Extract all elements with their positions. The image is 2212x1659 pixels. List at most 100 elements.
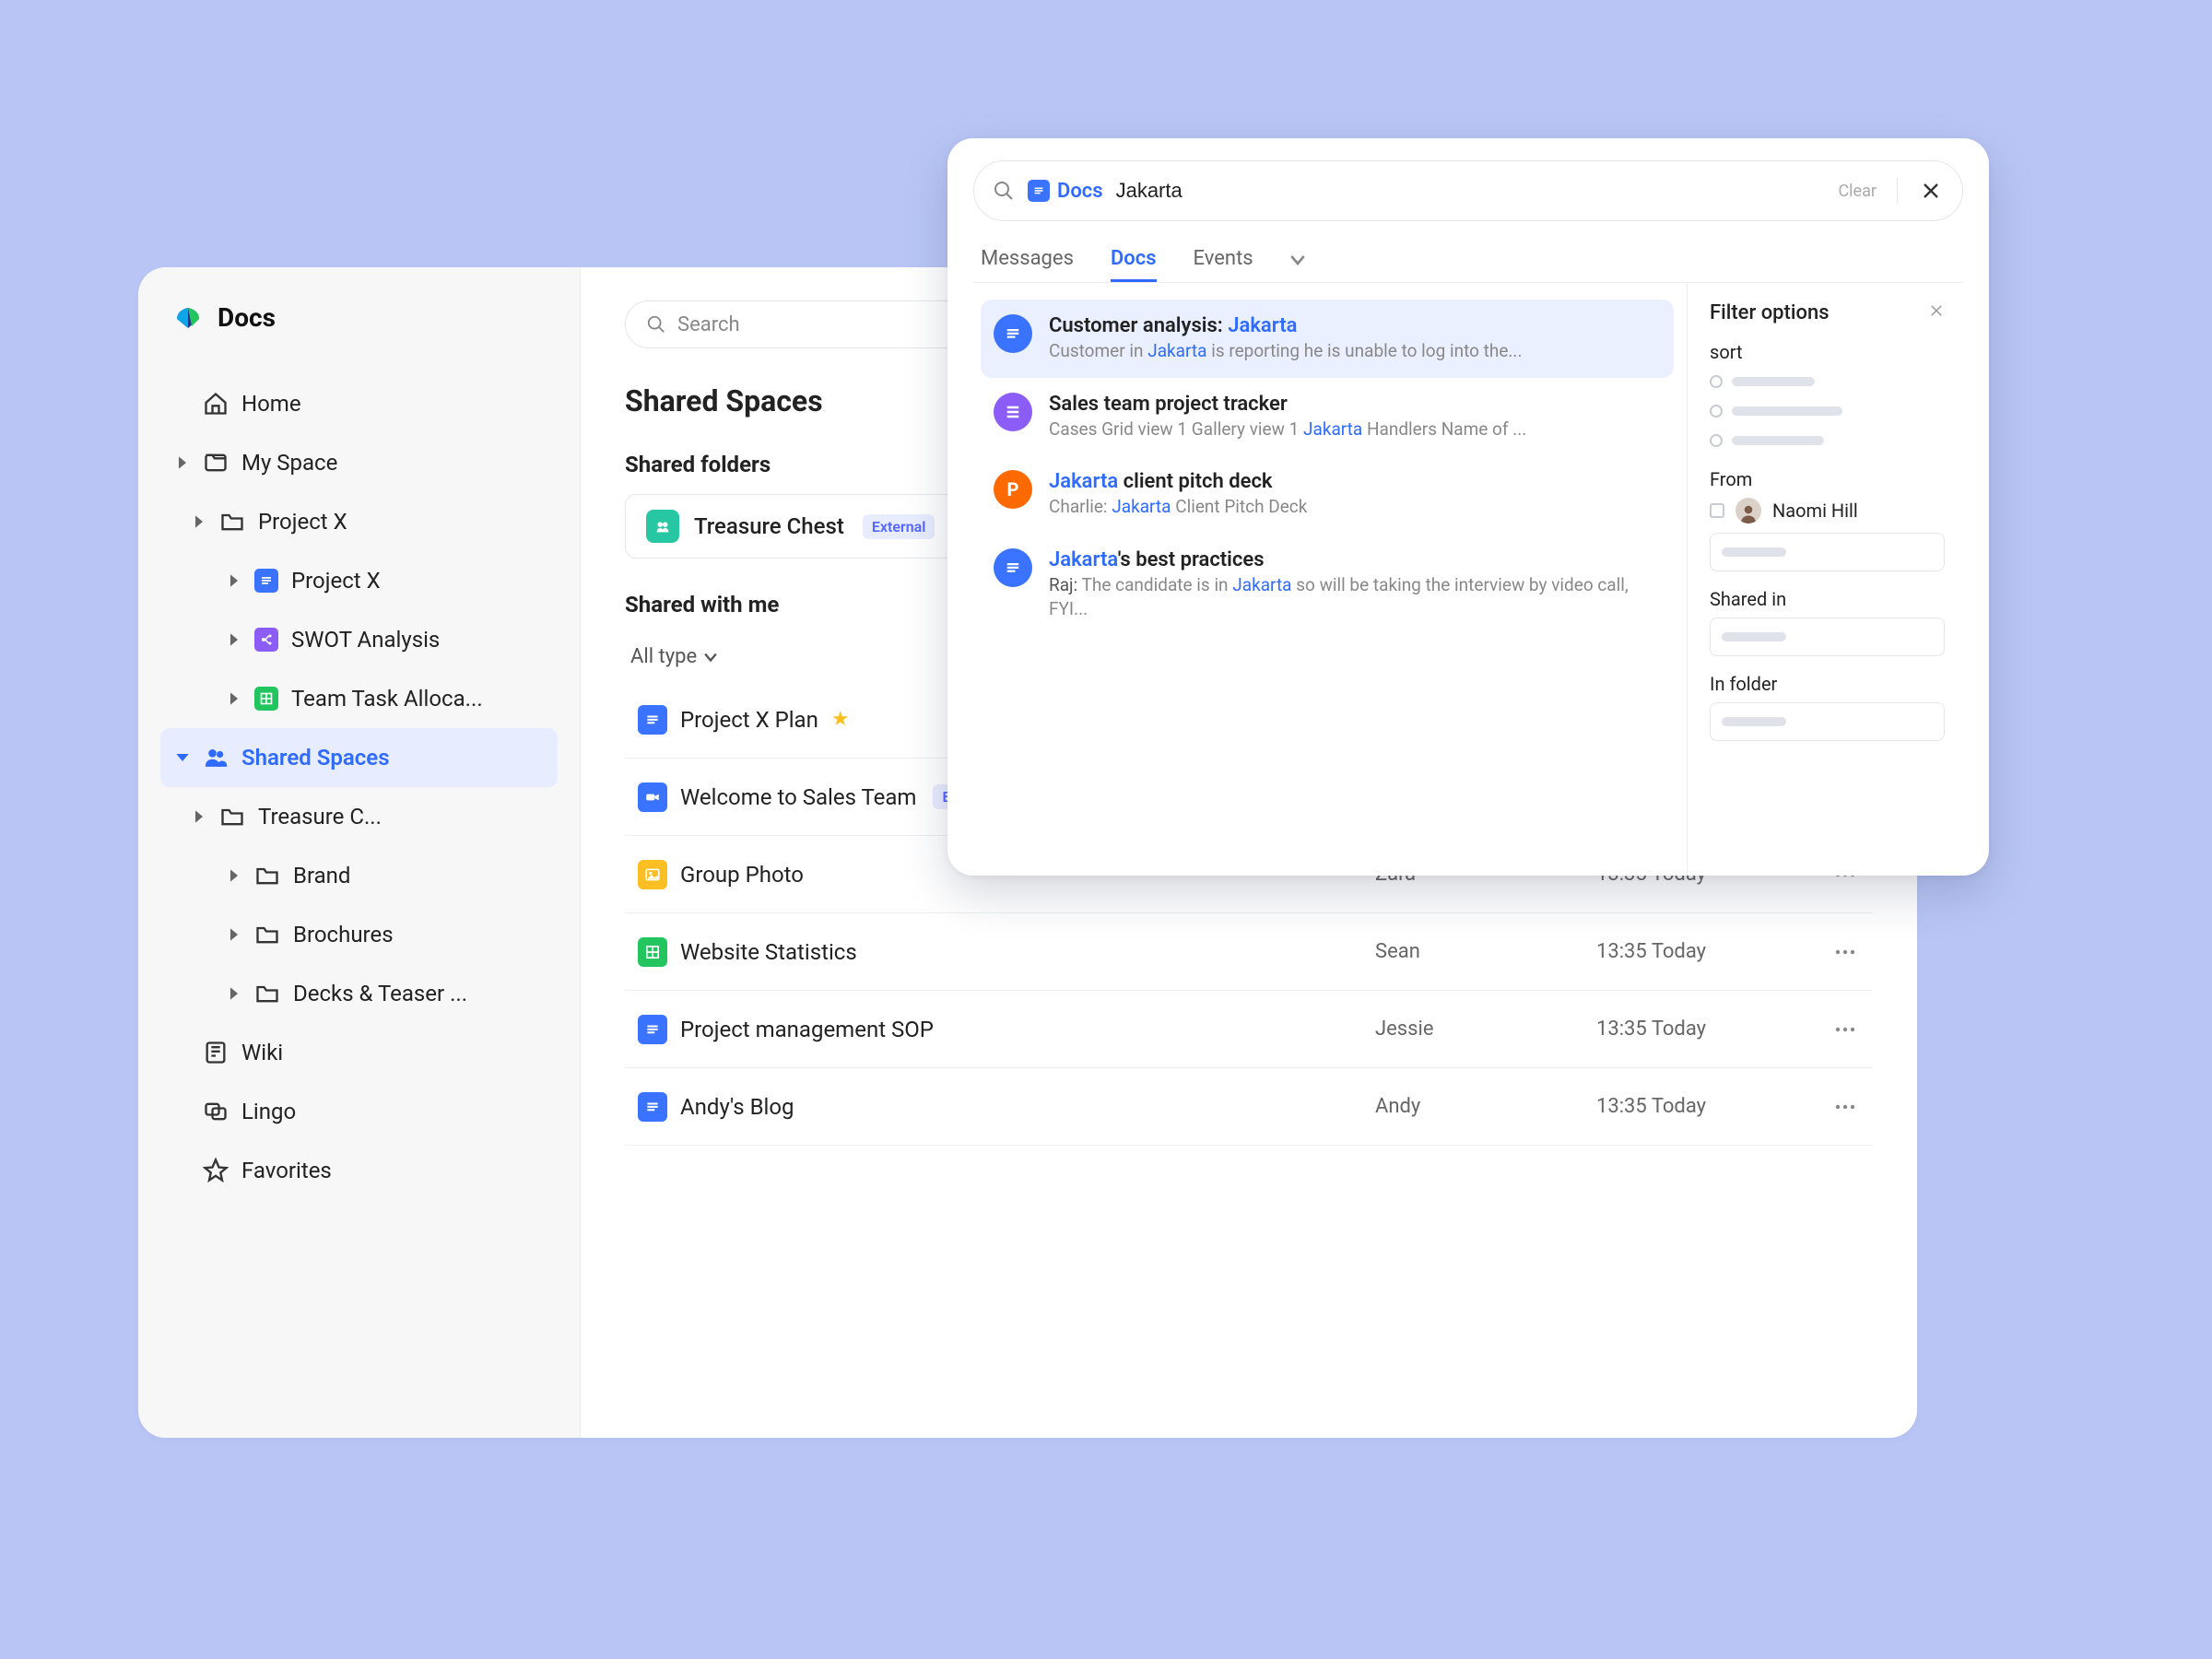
chevron-right-icon [227, 573, 241, 588]
search-result-item[interactable]: Customer analysis: JakartaCustomer in Ja… [981, 300, 1674, 378]
search-scope-chip[interactable]: Docs [1028, 180, 1103, 203]
result-subtitle: Charlie: Jakarta Client Pitch Deck [1049, 495, 1661, 519]
nav-my-space[interactable]: My Space [160, 433, 558, 492]
file-more-button[interactable] [1818, 949, 1873, 955]
nav-swot-analysis[interactable]: SWOT Analysis [160, 610, 558, 669]
filter-options-title: Filter options [1710, 301, 1830, 324]
file-row[interactable]: Andy's BlogAndy13:35 Today [625, 1068, 1873, 1146]
mindmap-icon [254, 628, 278, 652]
nav-treasure-chest[interactable]: Treasure C... [160, 787, 558, 846]
filter-from-label: From [1710, 468, 1945, 490]
folder-icon [254, 922, 280, 947]
chevron-right-icon [227, 927, 241, 942]
file-owner: Andy [1375, 1095, 1596, 1118]
result-type-icon [994, 548, 1032, 587]
nav-brochures[interactable]: Brochures [160, 905, 558, 964]
file-row[interactable]: Project management SOPJessie13:35 Today [625, 991, 1873, 1068]
tab-docs[interactable]: Docs [1111, 238, 1157, 282]
clear-button[interactable]: Clear [1838, 182, 1877, 201]
nav-brand[interactable]: Brand [160, 846, 558, 905]
video-icon [638, 782, 667, 812]
nav-label: Team Task Alloca... [291, 686, 483, 712]
shared-in-input[interactable] [1710, 618, 1945, 656]
file-more-button[interactable] [1818, 1104, 1873, 1110]
nav-project-x-doc[interactable]: Project X [160, 551, 558, 610]
lingo-icon [203, 1099, 229, 1124]
type-filter[interactable]: All type [630, 645, 717, 668]
folder-icon [219, 804, 245, 830]
nav-label: Project X [258, 509, 347, 535]
result-title: Sales team project tracker [1049, 393, 1661, 416]
more-tabs-button[interactable] [1290, 253, 1305, 267]
shared-folder-icon [646, 510, 679, 543]
chevron-right-icon [175, 455, 190, 470]
sort-option-3[interactable] [1710, 429, 1945, 452]
filter-sort-label: sort [1710, 341, 1945, 363]
blank [175, 1045, 190, 1060]
tab-events[interactable]: Events [1194, 238, 1253, 282]
chevron-right-icon [227, 868, 241, 883]
sort-option-2[interactable] [1710, 400, 1945, 422]
from-filter-row[interactable]: Naomi Hill [1710, 498, 1945, 524]
in-folder-input[interactable] [1710, 702, 1945, 741]
search-placeholder: Search [677, 313, 740, 336]
nav-decks[interactable]: Decks & Teaser ... [160, 964, 558, 1023]
file-name: Welcome to Sales Team [680, 784, 916, 810]
chevron-down-icon [704, 651, 717, 664]
file-owner: Sean [1375, 940, 1596, 963]
nav-lingo[interactable]: Lingo [160, 1082, 558, 1141]
search-icon [993, 180, 1015, 202]
file-more-button[interactable] [1818, 1027, 1873, 1032]
folder-icon [254, 863, 280, 888]
nav-label: Home [241, 391, 301, 417]
sidebar: Docs Home My Space Project X [138, 267, 581, 1438]
people-icon [203, 745, 229, 771]
home-icon [203, 391, 229, 417]
folder-card-title: Treasure Chest [694, 513, 844, 539]
nav-project-x-folder[interactable]: Project X [160, 492, 558, 551]
blank [175, 1163, 190, 1178]
chevron-right-icon [192, 514, 206, 529]
result-subtitle: Cases Grid view 1 Gallery view 1 Jakarta… [1049, 418, 1661, 441]
radio-icon [1710, 375, 1723, 388]
filter-shared-in-label: Shared in [1710, 588, 1945, 610]
filter-panel: Filter options sort From Naomi Hill Shar… [1687, 283, 1963, 876]
tab-messages[interactable]: Messages [981, 238, 1074, 282]
brand: Docs [160, 300, 558, 356]
file-time: 13:35 Today [1596, 940, 1818, 963]
close-icon [1928, 302, 1945, 319]
search-tabs: Messages Docs Events [973, 238, 1963, 282]
checkbox-icon [1710, 503, 1724, 518]
file-row[interactable]: Website StatisticsSean13:35 Today [625, 913, 1873, 991]
space-icon [203, 450, 229, 476]
search-result-item[interactable]: Sales team project trackerCases Grid vie… [981, 378, 1674, 456]
result-title: Customer analysis: Jakarta [1049, 314, 1661, 337]
nav-favorites[interactable]: Favorites [160, 1141, 558, 1200]
sort-option-1[interactable] [1710, 371, 1945, 393]
nav-home[interactable]: Home [160, 374, 558, 433]
more-icon [1835, 1027, 1855, 1032]
nav-shared-spaces[interactable]: Shared Spaces [160, 728, 558, 787]
folder-card-treasure-chest[interactable]: Treasure Chest External [625, 494, 956, 559]
blank [175, 1104, 190, 1119]
placeholder-bar [1732, 436, 1824, 445]
chevron-right-icon [192, 809, 206, 824]
from-input[interactable] [1710, 533, 1945, 571]
file-name: Project X Plan [680, 707, 818, 733]
file-name: Andy's Blog [680, 1094, 794, 1120]
nav-wiki[interactable]: Wiki [160, 1023, 558, 1082]
chevron-right-icon [227, 986, 241, 1001]
search-result-item[interactable]: Jakarta's best practicesRaj: The candida… [981, 534, 1674, 635]
search-result-item[interactable]: PJakarta client pitch deckCharlie: Jakar… [981, 455, 1674, 534]
search-query-input[interactable] [1116, 179, 1826, 203]
close-button[interactable] [1918, 178, 1944, 204]
nav-team-task-alloc[interactable]: Team Task Alloca... [160, 669, 558, 728]
placeholder-bar [1732, 406, 1842, 416]
nav-label: My Space [241, 450, 337, 476]
result-type-icon [994, 314, 1032, 353]
folder-icon [219, 509, 245, 535]
blank [175, 396, 190, 411]
close-filters-button[interactable] [1928, 301, 1945, 324]
star-icon [203, 1158, 229, 1183]
divider [1897, 178, 1898, 204]
